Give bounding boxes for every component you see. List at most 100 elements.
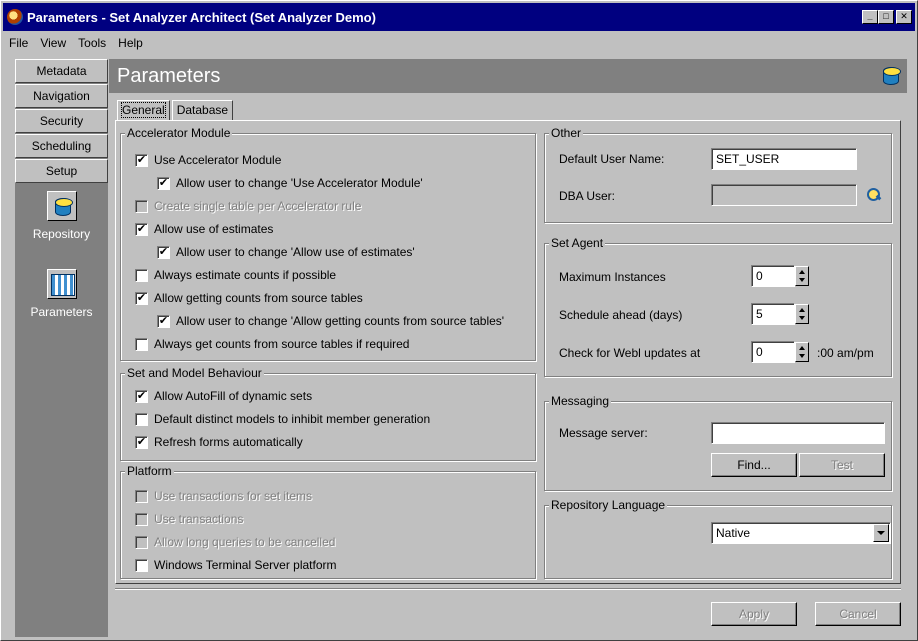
test-button: Test [799, 453, 885, 477]
checkbox-always-estimate[interactable]: Always estimate counts if possible [135, 267, 336, 283]
checkbox-use-transactions: Use transactions [135, 511, 243, 527]
other-label: Other [549, 126, 584, 140]
nav-tab-navigation[interactable]: Navigation [15, 84, 108, 108]
main-panel: Parameters General Database Accelerator … [109, 59, 907, 637]
schedule-ahead-label: Schedule ahead (days) [559, 308, 683, 322]
other-group: Other Default User Name: SET_USER DBA Us… [544, 126, 892, 223]
checkbox-default-distinct-models[interactable]: Default distinct models to inhibit membe… [135, 411, 430, 427]
checkbox-allow-autofill[interactable]: ✔ Allow AutoFill of dynamic sets [135, 388, 312, 404]
nav-tile-parameters[interactable]: Parameters [15, 269, 108, 319]
nav-tile-repository-label: Repository [32, 227, 91, 241]
webl-updates-suffix: :00 am/pm [817, 346, 874, 360]
checkbox-box[interactable] [135, 337, 148, 351]
messaging-label: Messaging [549, 394, 612, 408]
checkbox-allow-change-source-counts[interactable]: ✔ Allow user to change 'Allow getting co… [157, 313, 504, 329]
dba-user-field [711, 184, 857, 206]
set-model-behaviour-group: Set and Model Behaviour ✔ Allow AutoFill… [120, 366, 536, 461]
footer-divider [115, 588, 901, 590]
repository-icon [46, 191, 77, 221]
repository-language-group: Repository Language Native [544, 498, 892, 579]
checkbox-box[interactable] [135, 558, 148, 572]
dba-user-label: DBA User: [559, 189, 616, 203]
checkbox-box [135, 512, 148, 526]
minimize-button[interactable]: _ [862, 10, 878, 24]
title-bar[interactable]: Parameters - Set Analyzer Architect (Set… [3, 3, 915, 31]
checkbox-box[interactable]: ✔ [157, 245, 170, 259]
window-title: Parameters - Set Analyzer Architect (Set… [27, 9, 376, 25]
nav-tile-parameters-label: Parameters [30, 305, 93, 319]
checkbox-long-queries: Allow long queries to be cancelled [135, 534, 335, 550]
checkbox-allow-change-estimates[interactable]: ✔ Allow user to change 'Allow use of est… [157, 244, 415, 260]
checkbox-allow-estimates[interactable]: ✔ Allow use of estimates [135, 221, 273, 237]
nav-tab-security[interactable]: Security [15, 109, 108, 133]
spin-arrows[interactable] [795, 342, 809, 362]
parameters-icon [46, 269, 77, 299]
menu-help[interactable]: Help [112, 36, 149, 50]
tab-general[interactable]: General [117, 100, 170, 120]
checkbox-box [135, 535, 148, 549]
close-button[interactable]: ✕ [896, 10, 912, 24]
max-instances-stepper[interactable]: 0 [751, 265, 811, 287]
checkbox-always-source-counts[interactable]: Always get counts from source tables if … [135, 336, 409, 352]
accelerator-module-label: Accelerator Module [125, 126, 233, 140]
checkbox-refresh-forms[interactable]: ✔ Refresh forms automatically [135, 434, 303, 450]
page-title: Parameters [109, 59, 907, 93]
checkbox-box[interactable] [135, 412, 148, 426]
set-agent-label: Set Agent [549, 236, 606, 250]
database-icon [881, 66, 901, 86]
max-instances-label: Maximum Instances [559, 270, 666, 284]
nav-tab-scheduling[interactable]: Scheduling [15, 134, 108, 158]
messaging-group: Messaging Message server: Find... Test [544, 394, 892, 491]
menu-file[interactable]: File [3, 36, 34, 50]
app-window: Parameters - Set Analyzer Architect (Set… [0, 0, 918, 641]
default-user-label: Default User Name: [559, 152, 665, 166]
maximize-button[interactable]: □ [878, 10, 894, 24]
tab-database[interactable]: Database [171, 100, 234, 120]
find-button[interactable]: Find... [711, 453, 797, 477]
checkbox-allow-source-counts[interactable]: ✔ Allow getting counts from source table… [135, 290, 363, 306]
checkbox-box[interactable]: ✔ [157, 314, 170, 328]
checkbox-box[interactable]: ✔ [135, 222, 148, 236]
checkbox-box[interactable]: ✔ [135, 389, 148, 403]
nav-tab-setup[interactable]: Setup [15, 159, 108, 183]
cancel-button: Cancel [815, 602, 901, 626]
accelerator-module-group: Accelerator Module ✔ Use Accelerator Mod… [120, 126, 536, 361]
checkbox-box[interactable] [135, 268, 148, 282]
webl-updates-label: Check for Webl updates at [559, 346, 701, 360]
nav-tab-metadata[interactable]: Metadata [15, 59, 108, 83]
set-model-behaviour-label: Set and Model Behaviour [125, 366, 264, 380]
tab-content: Accelerator Module ✔ Use Accelerator Mod… [115, 120, 901, 584]
message-server-field[interactable] [711, 422, 885, 444]
checkbox-allow-change-accelerator[interactable]: ✔ Allow user to change 'Use Accelerator … [157, 175, 423, 191]
tab-strip: General Database [117, 100, 235, 120]
checkbox-transactions-set-items: Use transactions for set items [135, 488, 312, 504]
checkbox-terminal-server[interactable]: Windows Terminal Server platform [135, 557, 337, 573]
repository-language-select[interactable]: Native [711, 522, 891, 544]
checkbox-create-single-table: Create single table per Accelerator rule [135, 198, 361, 214]
nav-tile-repository[interactable]: Repository [15, 191, 108, 241]
app-icon[interactable] [7, 9, 23, 25]
checkbox-box[interactable]: ✔ [157, 176, 170, 190]
search-icon[interactable] [866, 187, 882, 203]
apply-button: Apply [711, 602, 797, 626]
checkbox-box[interactable]: ✔ [135, 153, 148, 167]
platform-group: Platform Use transactions for set items … [120, 464, 536, 579]
webl-updates-stepper[interactable]: 0 [751, 341, 811, 363]
schedule-ahead-stepper[interactable]: 5 [751, 303, 811, 325]
platform-label: Platform [125, 464, 174, 478]
message-server-label: Message server: [559, 426, 648, 440]
spin-arrows[interactable] [795, 266, 809, 286]
checkbox-use-accelerator[interactable]: ✔ Use Accelerator Module [135, 152, 281, 168]
navigation-panel: Metadata Navigation Security Scheduling … [15, 59, 108, 637]
checkbox-box[interactable]: ✔ [135, 291, 148, 305]
chevron-down-icon[interactable] [873, 524, 889, 542]
checkbox-box[interactable]: ✔ [135, 435, 148, 449]
repository-language-label: Repository Language [549, 498, 668, 512]
checkbox-box [135, 489, 148, 503]
menu-view[interactable]: View [34, 36, 72, 50]
menu-bar: File View Tools Help [3, 33, 915, 53]
default-user-field[interactable]: SET_USER [711, 148, 857, 170]
set-agent-group: Set Agent Maximum Instances 0 Schedule a… [544, 236, 892, 377]
menu-tools[interactable]: Tools [72, 36, 112, 50]
spin-arrows[interactable] [795, 304, 809, 324]
